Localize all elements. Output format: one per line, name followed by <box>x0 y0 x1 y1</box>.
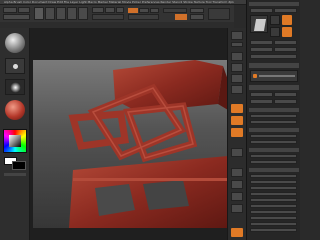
zsub-button[interactable] <box>139 8 149 13</box>
move-view-button[interactable] <box>231 180 243 189</box>
tool-thumbnail-4[interactable] <box>270 27 280 37</box>
floor-button[interactable] <box>231 116 243 125</box>
geometry-hd-row-1[interactable] <box>250 154 297 158</box>
geometry-hd-header[interactable] <box>249 148 299 152</box>
spix-slider[interactable] <box>231 42 243 47</box>
focal-shift-slider[interactable] <box>163 8 187 13</box>
rotate-view-button[interactable] <box>231 204 243 213</box>
rgb-button[interactable] <box>105 7 115 13</box>
quick-sketch-button[interactable] <box>3 14 30 20</box>
polyf-button[interactable] <box>231 228 243 237</box>
uv-map-row[interactable] <box>250 222 297 226</box>
clone-button[interactable] <box>274 40 297 45</box>
bottom-panel-cut-2 <box>143 180 189 210</box>
lazy-mouse-button[interactable] <box>208 8 230 20</box>
subtool-option-1[interactable] <box>250 92 273 97</box>
copy-tool-button[interactable] <box>250 40 273 45</box>
preview-header[interactable] <box>249 168 299 172</box>
brush-thumbnail-standard[interactable] <box>5 33 25 53</box>
geometry-header[interactable] <box>249 85 299 90</box>
make-polymesh-button[interactable] <box>250 54 297 59</box>
mrgb-button[interactable] <box>92 7 104 13</box>
deformation-row[interactable] <box>250 180 297 184</box>
alpha-glow <box>10 82 21 93</box>
rotate-button[interactable] <box>78 7 88 20</box>
subtool-header[interactable] <box>249 63 299 68</box>
z-intensity-slider[interactable] <box>128 14 159 20</box>
stroke-thumbnail[interactable] <box>5 58 25 74</box>
tool-palette-tray <box>246 0 300 240</box>
actual-button[interactable] <box>231 74 243 83</box>
projection-master-button[interactable] <box>3 7 17 13</box>
surface-row[interactable] <box>250 174 297 178</box>
bottom-panel-strip <box>73 178 228 181</box>
zcut-button[interactable] <box>150 8 159 13</box>
zoom-button[interactable] <box>231 63 243 72</box>
fibermesh-row-1[interactable] <box>250 134 297 138</box>
scroll-button[interactable] <box>231 52 243 61</box>
color-picker[interactable] <box>3 129 27 153</box>
polypaint-row[interactable] <box>250 216 297 220</box>
xyz-button[interactable] <box>231 148 243 157</box>
edit-button[interactable] <box>34 7 44 20</box>
material-thumbnail-redwax[interactable] <box>5 100 25 120</box>
zadd-button[interactable] <box>128 8 138 13</box>
bpr-button[interactable] <box>231 31 243 40</box>
contact-row[interactable] <box>250 204 297 208</box>
lightbox-button[interactable] <box>18 7 30 13</box>
tool-thumbnail-2[interactable] <box>270 15 280 25</box>
fibermesh-header[interactable] <box>249 128 299 132</box>
fibermesh-row-2[interactable] <box>250 140 297 144</box>
export-button[interactable] <box>274 47 297 52</box>
color-picker-inner <box>9 135 21 147</box>
local-button[interactable] <box>231 128 243 137</box>
frame-button[interactable] <box>231 168 243 177</box>
draw-size-slider[interactable] <box>175 14 187 20</box>
import-button[interactable] <box>250 47 273 52</box>
geometry-hd-row-2[interactable] <box>250 160 297 164</box>
layer-row-1[interactable] <box>250 114 297 118</box>
layer-row-2[interactable] <box>250 120 297 124</box>
model-render <box>68 60 228 228</box>
aahalf-button[interactable] <box>231 85 243 94</box>
visibility-row[interactable] <box>250 192 297 196</box>
m-button[interactable] <box>116 7 124 13</box>
polygroups-row[interactable] <box>250 198 297 202</box>
masking-row[interactable] <box>250 186 297 190</box>
subtool-active-bar <box>259 75 295 77</box>
menu-items[interactable]: Alpha Brush Color Document Draw Edit Fil… <box>4 0 234 4</box>
sculpt-canvas[interactable] <box>33 60 228 228</box>
tool-thumbnail-shape <box>253 19 267 31</box>
gradient-toggle[interactable] <box>4 173 26 176</box>
right-shelf <box>227 28 246 240</box>
dynamic-button[interactable] <box>190 8 204 13</box>
scale-view-button[interactable] <box>231 192 243 201</box>
texture-map-row[interactable] <box>250 228 297 232</box>
layers-header[interactable] <box>249 108 299 112</box>
draw-button[interactable] <box>45 7 55 20</box>
stroke-dot <box>13 64 18 69</box>
tool-thumbnail-large[interactable] <box>250 15 268 33</box>
tray-header <box>249 2 299 6</box>
subtool-option-4[interactable] <box>274 99 297 104</box>
scale-button[interactable] <box>67 7 77 20</box>
save-as-button[interactable] <box>274 8 297 13</box>
top-toolbar <box>0 5 234 22</box>
subtool-active-marker <box>253 74 257 78</box>
move-button[interactable] <box>56 7 66 20</box>
alpha-thumbnail[interactable] <box>5 79 25 95</box>
subtool-option-3[interactable] <box>250 99 273 104</box>
subtool-option-2[interactable] <box>274 92 297 97</box>
stroke-option-button[interactable] <box>190 14 204 20</box>
tool-thumbnail-5[interactable] <box>282 27 292 37</box>
secondary-color-swatch[interactable] <box>12 161 26 170</box>
tool-thumbnail-3[interactable] <box>282 15 292 25</box>
load-tool-button[interactable] <box>250 8 273 13</box>
subtool-list-panel[interactable] <box>250 70 298 82</box>
rgb-intensity-slider[interactable] <box>92 14 124 20</box>
left-shelf <box>0 28 30 240</box>
persp-button[interactable] <box>231 104 243 113</box>
morph-target-row[interactable] <box>250 210 297 214</box>
